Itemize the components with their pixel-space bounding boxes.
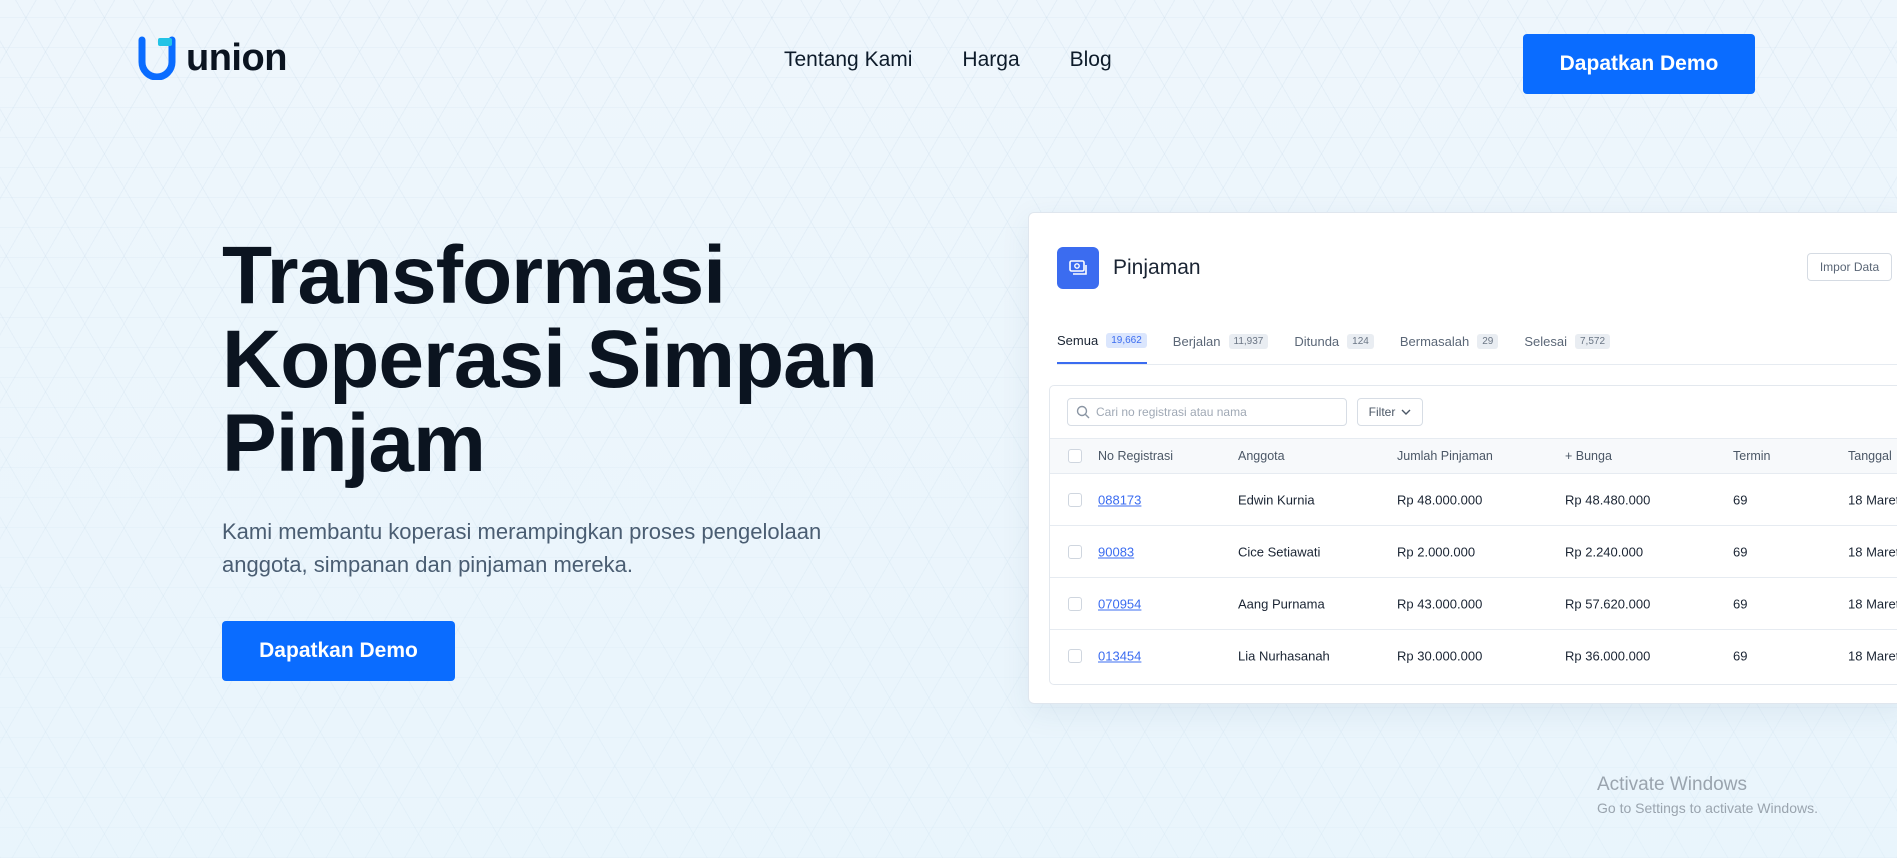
loan-date: 18 Maret [1848, 596, 1897, 611]
panel-title: Pinjaman [1113, 256, 1201, 279]
nav-link-tentang-kami[interactable]: Tentang Kami [784, 48, 912, 72]
select-all-checkbox[interactable] [1068, 449, 1082, 463]
loan-amount: Rp 2.000.000 [1397, 544, 1476, 559]
filter-dropdown[interactable]: Filter [1357, 398, 1423, 426]
column-header[interactable]: Jumlah Pinjaman [1397, 449, 1493, 463]
hero-subtitle: Kami membantu koperasi merampingkan pros… [222, 515, 922, 581]
tab-count-badge: 7,572 [1574, 334, 1611, 349]
tab-label: Bermasalah [1399, 334, 1470, 349]
tab-label: Semua [1057, 333, 1099, 348]
nav-link-blog[interactable]: Blog [1070, 48, 1112, 72]
search-input[interactable] [1096, 405, 1336, 419]
tab-ditunda[interactable]: Ditunda 124 [1294, 333, 1374, 364]
union-logo[interactable]: union [138, 36, 287, 81]
search-icon [1076, 405, 1090, 419]
column-header[interactable]: + Bunga [1565, 449, 1612, 463]
hero-subtitle-line-2: anggota, simpanan dan pinjaman mereka. [222, 552, 633, 577]
tab-label: Ditunda [1294, 334, 1340, 349]
nav-link-harga[interactable]: Harga [962, 48, 1019, 72]
column-header[interactable]: Termin [1733, 449, 1771, 463]
row-checkbox[interactable] [1068, 492, 1082, 507]
member-name: Cice Setiawati [1238, 544, 1321, 559]
member-name: Lia Nurhasanah [1238, 648, 1330, 664]
loan-term: 69 [1733, 492, 1748, 507]
loan-interest: Rp 57.620.000 [1565, 596, 1651, 611]
import-data-button[interactable]: Impor Data [1807, 253, 1892, 281]
loan-amount: Rp 48.000.000 [1397, 492, 1483, 507]
hero-title: Transformasi Koperasi Simpan Pinjam [222, 234, 922, 486]
table-row: 088173 Edwin Kurnia Rp 48.000.000 Rp 48.… [1050, 474, 1897, 526]
row-checkbox[interactable] [1068, 596, 1082, 611]
table-row: 90083 Cice Setiawati Rp 2.000.000 Rp 2.2… [1050, 526, 1897, 578]
loan-term: 69 [1733, 596, 1748, 611]
logo-wordmark: union [186, 37, 287, 79]
windows-activation-watermark: Activate Windows Go to Settings to activ… [1597, 774, 1818, 816]
hero-title-line-1: Transformasi [222, 230, 726, 321]
search-field[interactable] [1067, 398, 1347, 426]
loan-dashboard-preview: Pinjaman Impor Data Semua 19,662 Berjala… [1028, 212, 1897, 704]
tab-label: Berjalan [1172, 334, 1221, 349]
row-checkbox[interactable] [1068, 544, 1082, 559]
nav-demo-button[interactable]: Dapatkan Demo [1523, 34, 1755, 94]
column-header[interactable]: No Registrasi [1098, 449, 1173, 463]
loan-term: 69 [1733, 648, 1748, 664]
loan-amount: Rp 43.000.000 [1397, 596, 1483, 611]
tab-selesai[interactable]: Selesai 7,572 [1524, 333, 1611, 364]
loan-date: 18 Maret [1848, 648, 1897, 664]
hero-demo-button[interactable]: Dapatkan Demo [222, 621, 455, 681]
watermark-title: Activate Windows [1597, 774, 1747, 795]
registration-link[interactable]: 90083 [1098, 544, 1134, 559]
loan-date: 18 Maret [1848, 544, 1897, 559]
top-navigation: union Tentang Kami Harga Blog Dapatkan D… [0, 0, 1897, 128]
tab-bermasalah[interactable]: Bermasalah 29 [1400, 333, 1499, 364]
column-header[interactable]: Tanggal [1848, 449, 1892, 463]
tab-semua[interactable]: Semua 19,662 [1057, 333, 1147, 364]
loan-interest: Rp 36.000.000 [1565, 648, 1651, 664]
filter-label: Filter [1368, 405, 1396, 419]
watermark-subtitle: Go to Settings to activate Windows. [1597, 800, 1818, 816]
loan-amount: Rp 30.000.000 [1397, 648, 1483, 664]
tab-count-badge: 124 [1347, 334, 1374, 349]
panel-header: Pinjaman [1057, 247, 1201, 289]
hero-subtitle-line-1: Kami membantu koperasi merampingkan pros… [222, 519, 822, 544]
loan-interest: Rp 48.480.000 [1565, 492, 1651, 507]
nav-links: Tentang Kami Harga Blog [784, 48, 1112, 72]
hero-title-line-3: Pinjam [222, 398, 486, 489]
status-tabs: Semua 19,662 Berjalan 11,937 Ditunda 124… [1057, 333, 1611, 364]
tab-count-badge: 11,937 [1228, 334, 1269, 349]
tab-label: Selesai [1524, 334, 1567, 349]
registration-link[interactable]: 013454 [1098, 649, 1141, 664]
column-header[interactable]: Anggota [1238, 449, 1285, 463]
loan-term: 69 [1733, 544, 1748, 559]
table-row: 013454 Lia Nurhasanah Rp 30.000.000 Rp 3… [1050, 630, 1897, 682]
tab-count-badge: 19,662 [1106, 333, 1147, 348]
member-name: Edwin Kurnia [1238, 492, 1315, 507]
loan-table: Filter No Registrasi Anggota Jumlah Pinj… [1049, 385, 1897, 685]
row-checkbox[interactable] [1068, 649, 1082, 663]
registration-link[interactable]: 088173 [1098, 492, 1141, 507]
member-name: Aang Purnama [1238, 596, 1325, 611]
hero-title-line-2: Koperasi Simpan [222, 314, 878, 405]
registration-link[interactable]: 070954 [1098, 596, 1141, 611]
loan-interest: Rp 2.240.000 [1565, 544, 1644, 559]
loan-date: 18 Maret [1848, 492, 1897, 507]
money-icon [1057, 247, 1099, 289]
tabs-divider [1057, 364, 1897, 365]
table-header: No Registrasi Anggota Jumlah Pinjaman + … [1050, 438, 1897, 474]
tab-berjalan[interactable]: Berjalan 11,937 [1173, 333, 1269, 364]
union-logo-icon [138, 36, 176, 81]
tab-count-badge: 29 [1477, 334, 1499, 349]
table-row: 070954 Aang Purnama Rp 43.000.000 Rp 57.… [1050, 578, 1897, 630]
chevron-down-icon [1401, 409, 1411, 415]
